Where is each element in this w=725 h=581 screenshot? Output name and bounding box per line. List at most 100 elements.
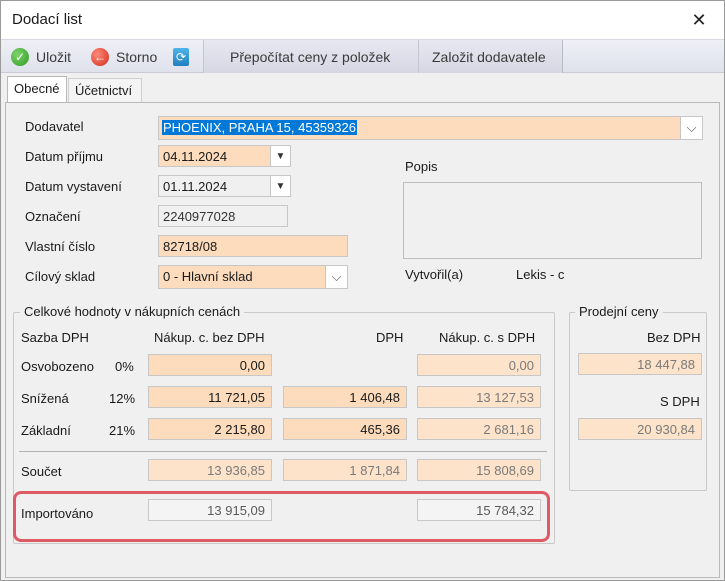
- back-arrow-icon: ←: [91, 48, 109, 66]
- col-vat-header: DPH: [376, 330, 404, 345]
- imported-gross-field: 15 784,32: [417, 499, 541, 521]
- designation-field[interactable]: 2240977028: [158, 205, 288, 227]
- own-number-label: Vlastní číslo: [25, 239, 96, 254]
- row-standard-rate: 21%: [109, 423, 136, 438]
- target-store-value: 0 - Hlavní sklad: [163, 269, 253, 284]
- sale-gross-label: S DPH: [660, 394, 700, 409]
- description-label: Popis: [405, 159, 438, 174]
- exempt-net-value: 0,00: [239, 358, 265, 373]
- close-icon: ✕: [691, 9, 707, 30]
- supplier-label: Dodavatel: [25, 119, 84, 134]
- sum-vat-value: 1 871,84: [349, 463, 400, 478]
- save-button[interactable]: ✓ Uložit: [5, 42, 77, 72]
- row-exempt-label: Osvobozeno: [21, 359, 94, 374]
- reduced-net-value: 11 721,05: [208, 390, 265, 405]
- sum-divider: [19, 451, 547, 452]
- standard-gross-value: 2 681,16: [483, 422, 534, 437]
- purchase-totals-title: Celkové hodnoty v nákupních cenách: [20, 304, 245, 319]
- supplier-combobox[interactable]: PHOENIX, PRAHA 15, 45359326 ⌵: [158, 116, 703, 140]
- standard-vat-value: 465,36: [360, 422, 400, 437]
- own-number-field[interactable]: 82718/08: [158, 235, 348, 257]
- tab-general-label: Obecné: [14, 81, 60, 96]
- imported-net-field: 13 915,09: [148, 499, 272, 521]
- cancel-button[interactable]: ← Storno: [85, 42, 163, 72]
- row-exempt-rate: 0%: [115, 359, 134, 374]
- row-reduced-rate: 12%: [109, 391, 136, 406]
- close-button[interactable]: ✕: [681, 5, 717, 35]
- triangle-down-icon: ▼: [275, 180, 286, 192]
- supplier-dropdown-button[interactable]: ⌵: [680, 117, 702, 139]
- toolbar-actions: Přepočítat ceny z položek Založit dodava…: [203, 40, 563, 74]
- sale-gross-value: 20 930,84: [637, 422, 695, 437]
- sum-net-field: 13 936,85: [148, 459, 272, 481]
- received-date-label: Datum příjmu: [25, 149, 104, 164]
- col-gross-header: Nákup. c. s DPH: [439, 330, 536, 345]
- chevron-down-icon: ⌵: [331, 269, 342, 284]
- checkmark-icon: ✓: [11, 48, 29, 66]
- sale-net-label: Bez DPH: [647, 330, 701, 345]
- standard-net-value: 2 215,80: [214, 422, 265, 437]
- refresh-button[interactable]: ⟳: [169, 42, 193, 72]
- imported-label: Importováno: [21, 506, 94, 521]
- issued-date-value: 01.11.2024: [163, 179, 228, 194]
- tab-strip: Obecné Účetnictví: [1, 73, 724, 103]
- create-supplier-label: Založit dodavatele: [432, 49, 546, 65]
- supplier-value: PHOENIX, PRAHA 15, 45359326: [162, 120, 357, 135]
- recalc-prices-button[interactable]: Přepočítat ceny z položek: [224, 42, 396, 72]
- received-date-value: 04.11.2024: [163, 149, 228, 164]
- reduced-net-field[interactable]: 11 721,05: [148, 386, 272, 408]
- window-title: Dodací list: [12, 11, 83, 28]
- own-number-value: 82718/08: [163, 239, 218, 254]
- sale-prices-title: Prodejní ceny: [575, 304, 663, 319]
- designation-label: Označení: [25, 209, 81, 224]
- designation-value: 2240977028: [163, 209, 236, 224]
- exempt-gross-value: 0,00: [508, 358, 534, 373]
- standard-vat-field[interactable]: 465,36: [283, 418, 407, 440]
- tab-accounting-label: Účetnictví: [75, 83, 133, 98]
- issued-date-picker[interactable]: 01.11.2024 ▼: [158, 175, 291, 197]
- imported-gross-value: 15 784,32: [476, 503, 534, 518]
- reduced-gross-field[interactable]: 13 127,53: [417, 386, 541, 408]
- sale-net-field: 18 447,88: [578, 353, 702, 375]
- col-net-header: Nákup. c. bez DPH: [154, 330, 265, 345]
- standard-net-field[interactable]: 2 215,80: [148, 418, 272, 440]
- sale-net-value: 18 447,88: [637, 357, 695, 372]
- sum-net-value: 13 936,85: [207, 463, 265, 478]
- description-textarea[interactable]: [403, 182, 702, 259]
- sale-gross-field: 20 930,84: [578, 418, 702, 440]
- create-supplier-button[interactable]: Založit dodavatele: [426, 42, 552, 72]
- tab-general[interactable]: Obecné: [7, 76, 67, 103]
- exempt-gross-field[interactable]: 0,00: [417, 354, 541, 376]
- refresh-icon: ⟳: [173, 48, 189, 66]
- recalc-label: Přepočítat ceny z položek: [230, 49, 391, 65]
- chevron-down-icon: ⌵: [686, 120, 697, 135]
- row-reduced-label: Snížená: [21, 391, 69, 406]
- triangle-down-icon: ▼: [275, 150, 286, 162]
- issued-date-label: Datum vystavení: [25, 179, 122, 194]
- save-label: Uložit: [36, 49, 72, 65]
- received-date-dropdown[interactable]: ▼: [270, 146, 290, 166]
- col-rate-header: Sazba DPH: [21, 330, 89, 345]
- reduced-gross-value: 13 127,53: [476, 390, 534, 405]
- reduced-vat-field[interactable]: 1 406,48: [283, 386, 407, 408]
- sum-label: Součet: [21, 464, 62, 479]
- toolbar-separator: [418, 40, 419, 74]
- row-standard-label: Základní: [21, 423, 71, 438]
- sum-gross-field: 15 808,69: [417, 459, 541, 481]
- created-by-value: Lekis - c: [516, 267, 565, 282]
- sum-vat-field: 1 871,84: [283, 459, 407, 481]
- issued-date-dropdown[interactable]: ▼: [270, 176, 290, 196]
- standard-gross-field[interactable]: 2 681,16: [417, 418, 541, 440]
- target-store-label: Cílový sklad: [25, 269, 96, 284]
- imported-net-value: 13 915,09: [207, 503, 265, 518]
- target-store-combobox[interactable]: 0 - Hlavní sklad ⌵: [158, 265, 348, 289]
- title-bar: Dodací list ✕: [1, 1, 724, 39]
- target-store-dropdown-button[interactable]: ⌵: [325, 266, 347, 288]
- dialog-window: Dodací list ✕ ✓ Uložit ← Storno ⟳ Přepoč…: [0, 0, 725, 581]
- created-by-label: Vytvořil(a): [405, 267, 464, 282]
- tab-accounting[interactable]: Účetnictví: [68, 78, 142, 103]
- received-date-picker[interactable]: 04.11.2024 ▼: [158, 145, 291, 167]
- sum-gross-value: 15 808,69: [476, 463, 534, 478]
- toolbar: ✓ Uložit ← Storno ⟳ Přepočítat ceny z po…: [1, 39, 724, 74]
- exempt-net-field[interactable]: 0,00: [148, 354, 272, 376]
